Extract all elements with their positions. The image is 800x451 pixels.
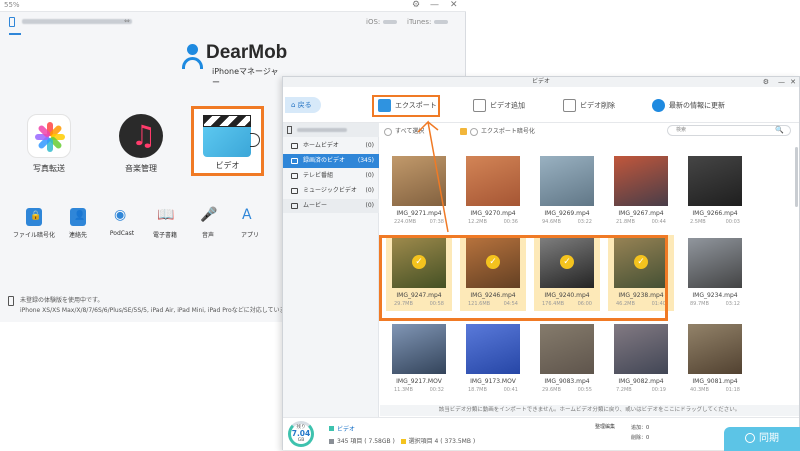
arrow-line xyxy=(417,120,449,233)
guide-arrow xyxy=(417,120,449,233)
